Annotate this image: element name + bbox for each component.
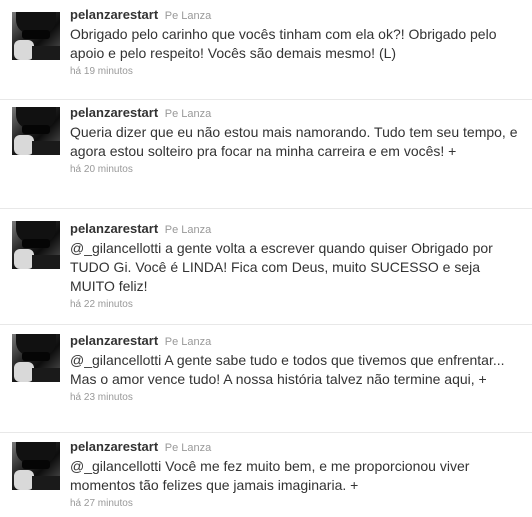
tweet-text: @_gilancellotti Você me fez muito bem, e…: [70, 458, 470, 493]
avatar[interactable]: [12, 12, 60, 60]
avatar[interactable]: [12, 221, 60, 269]
full-name: Pe Lanza: [164, 108, 212, 120]
tweet-item: pelanzarestart Pe Lanza @_gilancellotti …: [0, 209, 532, 325]
avatar[interactable]: [12, 107, 60, 155]
screen-name-link[interactable]: pelanzarestart: [70, 221, 158, 236]
screen-name-link[interactable]: pelanzarestart: [70, 439, 158, 454]
tweet-feed: pelanzarestart Pe Lanza Obrigado pelo ca…: [0, 0, 532, 517]
tweet-text: Queria dizer que eu não estou mais namor…: [70, 124, 518, 159]
tweet-text: @_gilancellotti A gente sabe tudo e todo…: [70, 352, 505, 387]
avatar[interactable]: [12, 334, 60, 382]
screen-name-link[interactable]: pelanzarestart: [70, 7, 158, 22]
full-name: Pe Lanza: [164, 224, 212, 236]
timestamp-link[interactable]: há 27 minutos: [70, 498, 522, 509]
tweet-item: pelanzarestart Pe Lanza Queria dizer que…: [0, 100, 532, 209]
tweet-text: @_gilancellotti a gente volta a escrever…: [70, 240, 493, 294]
timestamp-link[interactable]: há 23 minutos: [70, 392, 522, 403]
tweet-text: Obrigado pelo carinho que vocês tinham c…: [70, 26, 497, 61]
full-name: Pe Lanza: [164, 442, 212, 454]
full-name: Pe Lanza: [164, 336, 212, 348]
timestamp-link[interactable]: há 20 minutos: [70, 164, 522, 175]
screen-name-link[interactable]: pelanzarestart: [70, 333, 158, 348]
timestamp-link[interactable]: há 22 minutos: [70, 299, 522, 310]
tweet-item: pelanzarestart Pe Lanza Obrigado pelo ca…: [0, 0, 532, 100]
full-name: Pe Lanza: [164, 10, 212, 22]
tweet-item: pelanzarestart Pe Lanza @_gilancellotti …: [0, 325, 532, 433]
screen-name-link[interactable]: pelanzarestart: [70, 105, 158, 120]
avatar[interactable]: [12, 442, 60, 490]
timestamp-link[interactable]: há 19 minutos: [70, 66, 522, 77]
tweet-item: pelanzarestart Pe Lanza @_gilancellotti …: [0, 433, 532, 517]
